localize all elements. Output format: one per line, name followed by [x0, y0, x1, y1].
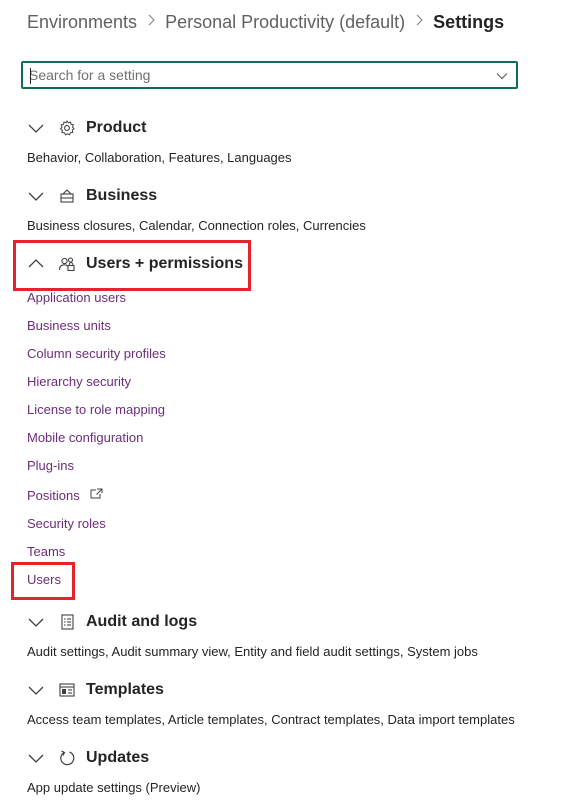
open-external-icon — [89, 488, 103, 503]
link-column-security-profiles[interactable]: Column security profiles — [27, 346, 166, 361]
link-license-to-role-mapping[interactable]: License to role mapping — [27, 402, 165, 417]
chevron-down-icon[interactable] — [27, 749, 45, 767]
people-icon — [58, 255, 76, 273]
section-summary: Behavior, Collaboration, Features, Langu… — [27, 150, 292, 165]
link-mobile-configuration[interactable]: Mobile configuration — [27, 430, 143, 445]
section-summary: Access team templates, Article templates… — [27, 712, 515, 727]
section-product[interactable]: Product — [27, 116, 146, 140]
section-title: Updates — [86, 749, 150, 766]
section-audit-logs[interactable]: Audit and logs — [27, 610, 197, 634]
chevron-down-icon[interactable] — [27, 119, 45, 137]
section-summary: App update settings (Preview) — [27, 780, 201, 795]
link-plug-ins[interactable]: Plug-ins — [27, 458, 74, 473]
search-input[interactable] — [29, 66, 489, 84]
section-summary: Audit settings, Audit summary view, Enti… — [27, 644, 478, 659]
refresh-icon — [58, 749, 76, 767]
link-hierarchy-security[interactable]: Hierarchy security — [27, 374, 131, 389]
section-title: Audit and logs — [86, 613, 198, 630]
link-positions[interactable]: Positions — [27, 488, 103, 503]
section-title: Users + permissions — [86, 255, 243, 272]
business-icon — [58, 187, 76, 205]
link-users[interactable]: Users — [27, 572, 61, 587]
section-users-permissions[interactable]: Users + permissions — [27, 252, 243, 276]
section-updates[interactable]: Updates — [27, 746, 149, 770]
breadcrumb-environment[interactable]: Personal Productivity (default) — [165, 12, 405, 33]
breadcrumb: Environments Personal Productivity (defa… — [27, 10, 504, 34]
template-icon — [58, 681, 76, 699]
chevron-down-icon[interactable] — [27, 613, 45, 631]
link-business-units[interactable]: Business units — [27, 318, 111, 333]
chevron-down-icon[interactable] — [27, 681, 45, 699]
chevron-down-icon[interactable] — [496, 69, 508, 81]
section-title: Templates — [86, 681, 164, 698]
chevron-up-icon[interactable] — [27, 255, 45, 273]
page-title: Settings — [433, 11, 505, 32]
chevron-right-icon — [146, 13, 156, 31]
search-box[interactable] — [21, 61, 518, 89]
section-summary: Business closures, Calendar, Connection … — [27, 218, 366, 233]
link-application-users[interactable]: Application users — [27, 290, 126, 305]
link-security-roles[interactable]: Security roles — [27, 516, 106, 531]
link-label: Positions — [27, 488, 80, 503]
checklist-icon — [58, 613, 76, 631]
section-business[interactable]: Business — [27, 184, 157, 208]
breadcrumb-environments[interactable]: Environments — [27, 12, 137, 33]
section-templates[interactable]: Templates — [27, 678, 164, 702]
chevron-right-icon — [414, 13, 424, 31]
section-title: Product — [86, 119, 147, 136]
text-cursor — [30, 68, 31, 84]
link-teams[interactable]: Teams — [27, 544, 65, 559]
chevron-down-icon[interactable] — [27, 187, 45, 205]
gear-icon — [58, 119, 76, 137]
section-title: Business — [86, 187, 158, 204]
